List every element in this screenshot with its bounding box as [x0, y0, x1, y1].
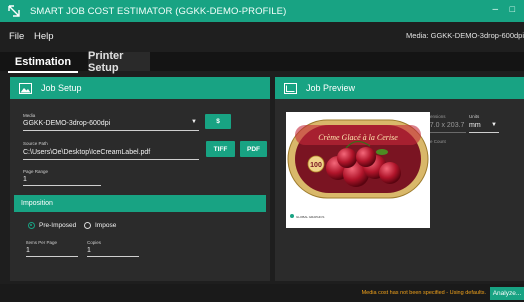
- window-title: SMART JOB COST ESTIMATOR (GGKK-DEMO-PROF…: [30, 5, 287, 17]
- imposition-title: Imposition: [21, 200, 53, 207]
- copies-input[interactable]: 1: [87, 247, 91, 254]
- items-per-page-underline: [26, 256, 78, 257]
- ice-cream-label-artwork: 100 Crème Glacé à la Cerise GLOBAL GRAPH…: [287, 119, 429, 219]
- page-range-underline: [23, 185, 101, 186]
- menu-help[interactable]: Help: [34, 31, 54, 42]
- label-brand-text: GLOBAL GRAPHICS: [296, 215, 324, 219]
- units-label: Units: [469, 114, 480, 119]
- minimize-button[interactable]: –: [492, 4, 498, 15]
- source-path-input[interactable]: C:\Users\Oe\Desktop\IceCreamLabel.pdf: [23, 149, 150, 156]
- status-message: Media cost has not been specified - Usin…: [361, 290, 486, 296]
- image-icon: [19, 82, 32, 94]
- copies-underline: [87, 256, 139, 257]
- media-cost-button[interactable]: $: [205, 114, 231, 129]
- job-setup-header: Job Setup: [10, 77, 270, 99]
- app-logo-icon: [8, 5, 20, 17]
- job-setup-panel: Job Setup Media GGKK-DEMO-3drop-600dpi ▼…: [10, 77, 270, 281]
- media-select-value: GGKK-DEMO-3drop-600dpi: [23, 120, 111, 127]
- impose-label: Impose: [95, 222, 117, 229]
- items-per-page-input[interactable]: 1: [26, 247, 30, 254]
- maximize-button[interactable]: □: [510, 4, 515, 14]
- status-bar: Media cost has not been specified - Usin…: [0, 284, 524, 302]
- media-select-underline: [23, 130, 199, 131]
- radio-unselected-icon: [84, 222, 91, 229]
- job-preview-header: Job Preview: [275, 77, 524, 99]
- job-preview-image: 100 Crème Glacé à la Cerise GLOBAL GRAPH…: [286, 112, 430, 228]
- chevron-down-icon: ▼: [491, 122, 497, 128]
- label-title-text: Crème Glacé à la Cerise: [318, 133, 398, 142]
- radio-selected-icon: [28, 222, 35, 229]
- menu-file[interactable]: File: [9, 31, 24, 42]
- source-path-underline: [23, 159, 199, 160]
- analyze-button[interactable]: Analyze...: [490, 287, 524, 300]
- pre-imposed-label: Pre-Imposed: [39, 222, 77, 229]
- page-range-input[interactable]: 1: [23, 176, 27, 183]
- pdf-button[interactable]: PDF: [240, 141, 267, 157]
- preview-icon: [284, 82, 297, 94]
- tab-printer-setup[interactable]: Printer Setup: [88, 50, 150, 74]
- chevron-down-icon: ▼: [191, 119, 197, 125]
- title-bar: SMART JOB COST ESTIMATOR (GGKK-DEMO-PROF…: [0, 0, 524, 22]
- source-path-label: Source Path: [23, 141, 48, 146]
- copies-label: Copies: [87, 240, 102, 245]
- tab-bar: Estimation Printer Setup: [0, 50, 524, 74]
- tiff-button[interactable]: TIFF: [206, 141, 235, 157]
- imposition-section-header: Imposition: [14, 195, 266, 212]
- job-setup-title: Job Setup: [41, 83, 82, 93]
- label-badge-text: 100: [310, 162, 322, 169]
- items-per-page-label: Items Per Page: [26, 240, 58, 245]
- media-label: Media: [23, 113, 36, 118]
- units-value: mm: [469, 122, 481, 129]
- media-status: Media: GGKK-DEMO-3drop-600dpi: [406, 31, 524, 40]
- page-range-label: Page Range: [23, 169, 49, 174]
- tab-estimation[interactable]: Estimation: [8, 52, 78, 73]
- menu-bar: File Help Media: GGKK-DEMO-3drop-600dpi: [0, 22, 524, 52]
- job-preview-title: Job Preview: [306, 83, 356, 93]
- units-underline: [469, 132, 499, 133]
